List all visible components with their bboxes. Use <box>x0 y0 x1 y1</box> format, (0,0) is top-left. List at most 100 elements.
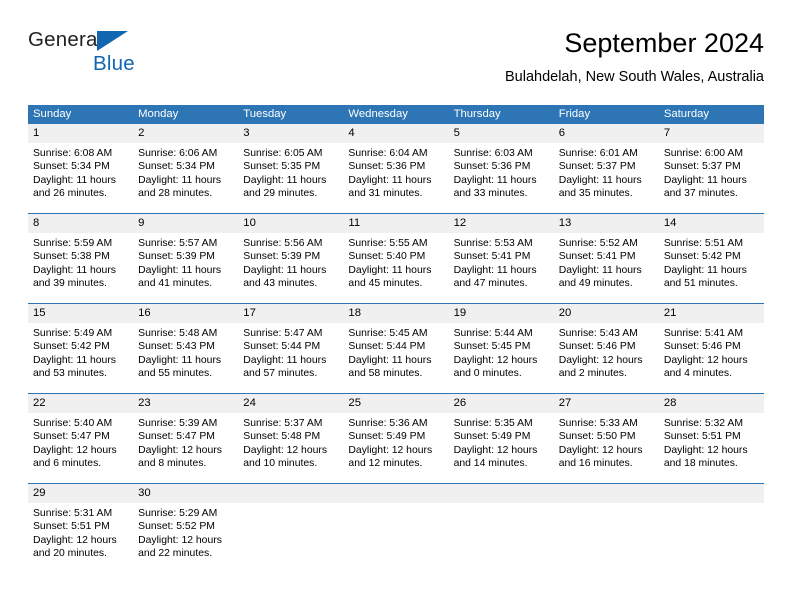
calendar-week-row: 8 9 10 11 12 13 14 Sunrise: 5:59 AM Sunset: 5:38… <box>28 214 764 304</box>
day-cell[interactable]: Sunrise: 6:08 AM Sunset: 5:34 PM Daylight:… <box>28 143 133 213</box>
day-sunrise-line: Sunrise: 6:01 AM <box>558 148 638 159</box>
day-daylight-line: and 35 minutes. <box>558 188 633 200</box>
day-cell[interactable]: Sunrise: 5:31 AM Sunset: 5:51 PM Daylight:… <box>28 503 133 573</box>
calendar-page: General Blue September 2024 Bulahdelah, … <box>0 0 792 612</box>
day-cell[interactable]: Sunrise: 5:56 AM Sunset: 5:39 PM Daylight:… <box>238 233 343 303</box>
day-cell[interactable]: Sunrise: 5:53 AM Sunset: 5:41 PM Daylight:… <box>449 233 554 303</box>
day-number[interactable]: 7 <box>659 124 764 143</box>
day-sunset-line: Sunset: 5:43 PM <box>138 341 215 353</box>
day-cell[interactable]: Sunrise: 5:55 AM Sunset: 5:40 PM Daylight:… <box>343 233 448 303</box>
day-number[interactable]: 30 <box>133 484 238 503</box>
day-number[interactable]: 12 <box>449 214 554 233</box>
day-cell[interactable]: Sunrise: 6:01 AM Sunset: 5:37 PM Daylight:… <box>554 143 659 213</box>
day-sunset-line: Sunset: 5:46 PM <box>558 341 636 353</box>
day-number[interactable]: 23 <box>133 394 238 413</box>
day-number[interactable]: 22 <box>28 394 133 413</box>
day-number[interactable]: 17 <box>238 304 343 323</box>
day-number[interactable]: 10 <box>238 214 343 233</box>
day-number[interactable]: 24 <box>238 394 343 413</box>
day-number[interactable]: 15 <box>28 304 133 323</box>
day-cell[interactable]: Sunrise: 5:59 AM Sunset: 5:38 PM Daylight:… <box>28 233 133 303</box>
day-sunrise-line: Sunrise: 5:35 AM <box>453 418 533 429</box>
day-cell[interactable]: Sunrise: 5:41 AM Sunset: 5:46 PM Daylight:… <box>659 323 764 393</box>
day-daylight-line: Daylight: 11 hours <box>558 264 642 276</box>
day-number-band: 22 23 24 25 26 27 28 <box>28 394 764 413</box>
day-sunset-line: Sunset: 5:34 PM <box>138 161 215 173</box>
day-number[interactable]: 14 <box>659 214 764 233</box>
day-cell[interactable]: Sunrise: 6:00 AM Sunset: 5:37 PM Daylight:… <box>659 143 764 213</box>
day-number[interactable]: 27 <box>554 394 659 413</box>
day-cell[interactable]: Sunrise: 5:48 AM Sunset: 5:43 PM Daylight:… <box>133 323 238 393</box>
day-cell[interactable]: Sunrise: 5:44 AM Sunset: 5:45 PM Daylight:… <box>449 323 554 393</box>
day-number[interactable]: 28 <box>659 394 764 413</box>
day-daylight-line: Daylight: 11 hours <box>33 174 116 186</box>
day-cell-empty <box>343 503 448 573</box>
day-sunrise-line: Sunrise: 5:51 AM <box>663 238 743 249</box>
day-cell[interactable]: Sunrise: 5:43 AM Sunset: 5:46 PM Daylight:… <box>554 323 659 393</box>
day-sunset-line: Sunset: 5:51 PM <box>33 521 110 533</box>
day-daylight-line: and 49 minutes. <box>558 278 633 290</box>
day-number[interactable]: 9 <box>133 214 238 233</box>
day-number[interactable]: 4 <box>343 124 448 143</box>
day-cell[interactable]: Sunrise: 6:05 AM Sunset: 5:35 PM Daylight:… <box>238 143 343 213</box>
day-number[interactable]: 1 <box>28 124 133 143</box>
day-cell[interactable]: Sunrise: 5:47 AM Sunset: 5:44 PM Daylight:… <box>238 323 343 393</box>
day-detail-band: Sunrise: 6:08 AM Sunset: 5:34 PM Daylight:… <box>28 143 764 213</box>
logo-text-blue: Blue <box>93 52 135 75</box>
day-sunrise-line: Sunrise: 5:29 AM <box>138 508 218 519</box>
day-cell[interactable]: Sunrise: 5:45 AM Sunset: 5:44 PM Daylight:… <box>343 323 448 393</box>
day-cell[interactable]: Sunrise: 5:35 AM Sunset: 5:49 PM Daylight:… <box>449 413 554 483</box>
day-cell[interactable]: Sunrise: 5:37 AM Sunset: 5:48 PM Daylight:… <box>238 413 343 483</box>
page-subtitle: Bulahdelah, New South Wales, Australia <box>505 69 764 85</box>
day-sunset-line: Sunset: 5:45 PM <box>453 341 531 353</box>
day-cell[interactable]: Sunrise: 5:39 AM Sunset: 5:47 PM Daylight:… <box>133 413 238 483</box>
day-daylight-line: and 10 minutes. <box>243 458 318 470</box>
day-number[interactable]: 11 <box>343 214 448 233</box>
day-number[interactable]: 16 <box>133 304 238 323</box>
day-daylight-line: and 20 minutes. <box>33 548 107 560</box>
day-number[interactable]: 13 <box>554 214 659 233</box>
day-daylight-line: and 8 minutes. <box>138 458 207 470</box>
day-daylight-line: and 4 minutes. <box>663 368 733 380</box>
day-sunset-line: Sunset: 5:47 PM <box>138 431 215 443</box>
day-sunset-line: Sunset: 5:47 PM <box>33 431 110 443</box>
day-number[interactable]: 19 <box>449 304 554 323</box>
day-cell[interactable]: Sunrise: 5:57 AM Sunset: 5:39 PM Daylight:… <box>133 233 238 303</box>
day-daylight-line: Daylight: 11 hours <box>453 264 537 276</box>
day-daylight-line: Daylight: 11 hours <box>663 174 747 186</box>
day-cell[interactable]: Sunrise: 5:40 AM Sunset: 5:47 PM Daylight:… <box>28 413 133 483</box>
day-number[interactable]: 2 <box>133 124 238 143</box>
day-number[interactable]: 25 <box>343 394 448 413</box>
day-cell[interactable]: Sunrise: 5:52 AM Sunset: 5:41 PM Daylight:… <box>554 233 659 303</box>
day-number[interactable]: 8 <box>28 214 133 233</box>
day-daylight-line: Daylight: 11 hours <box>558 174 642 186</box>
day-daylight-line: and 47 minutes. <box>453 278 528 290</box>
day-cell[interactable]: Sunrise: 6:03 AM Sunset: 5:36 PM Daylight:… <box>449 143 554 213</box>
day-cell[interactable]: Sunrise: 5:36 AM Sunset: 5:49 PM Daylight:… <box>343 413 448 483</box>
day-cell[interactable]: Sunrise: 5:32 AM Sunset: 5:51 PM Daylight:… <box>659 413 764 483</box>
day-cell[interactable]: Sunrise: 6:06 AM Sunset: 5:34 PM Daylight:… <box>133 143 238 213</box>
day-sunrise-line: Sunrise: 5:41 AM <box>663 328 743 339</box>
day-number[interactable]: 6 <box>554 124 659 143</box>
day-daylight-line: and 45 minutes. <box>348 278 423 290</box>
day-number[interactable]: 29 <box>28 484 133 503</box>
day-number[interactable]: 18 <box>343 304 448 323</box>
day-number[interactable]: 26 <box>449 394 554 413</box>
day-sunrise-line: Sunrise: 6:08 AM <box>33 148 113 159</box>
day-number[interactable]: 21 <box>659 304 764 323</box>
day-sunset-line: Sunset: 5:38 PM <box>33 251 110 263</box>
day-daylight-line: and 22 minutes. <box>138 548 213 560</box>
day-cell[interactable]: Sunrise: 6:04 AM Sunset: 5:36 PM Daylight:… <box>343 143 448 213</box>
day-cell[interactable]: Sunrise: 5:51 AM Sunset: 5:42 PM Daylight:… <box>659 233 764 303</box>
day-number[interactable]: 3 <box>238 124 343 143</box>
day-number[interactable]: 5 <box>449 124 554 143</box>
day-sunset-line: Sunset: 5:40 PM <box>348 251 426 263</box>
day-number[interactable]: 20 <box>554 304 659 323</box>
day-cell[interactable]: Sunrise: 5:33 AM Sunset: 5:50 PM Daylight:… <box>554 413 659 483</box>
day-sunset-line: Sunset: 5:41 PM <box>558 251 636 263</box>
day-sunset-line: Sunset: 5:41 PM <box>453 251 531 263</box>
day-daylight-line: and 6 minutes. <box>33 458 102 470</box>
day-cell[interactable]: Sunrise: 5:49 AM Sunset: 5:42 PM Daylight:… <box>28 323 133 393</box>
day-sunrise-line: Sunrise: 5:33 AM <box>558 418 638 429</box>
day-cell[interactable]: Sunrise: 5:29 AM Sunset: 5:52 PM Daylight:… <box>133 503 238 573</box>
